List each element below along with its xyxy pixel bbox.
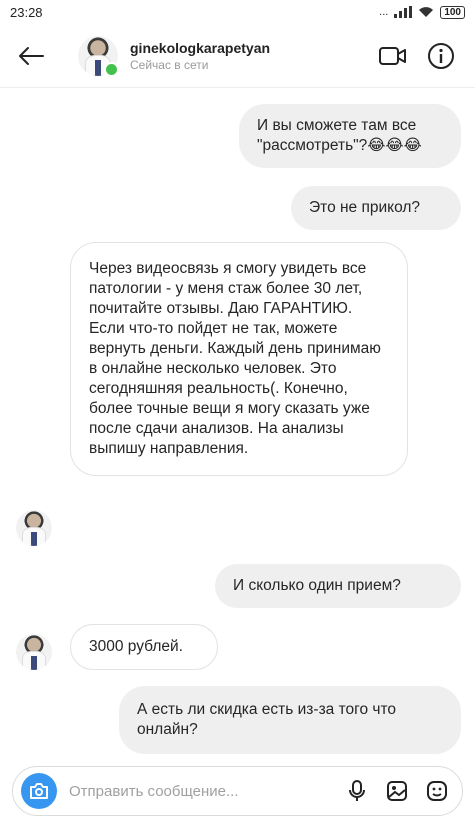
status-time: 23:28 — [10, 4, 43, 20]
message-text: Через видеосвязь я смогу увидеть все пат… — [89, 260, 381, 457]
message-bubble[interactable]: Через видеосвязь я смогу увидеть все пат… — [70, 242, 408, 476]
message-composer — [12, 766, 463, 816]
sticker-button[interactable] — [420, 774, 454, 808]
username: ginekologkarapetyan — [130, 39, 271, 56]
wifi-icon — [419, 7, 434, 17]
message-text: Это не прикол? — [309, 199, 421, 216]
message-bubble[interactable]: И сколько один прием? — [215, 564, 461, 608]
camera-button[interactable] — [21, 773, 57, 809]
back-arrow-icon — [19, 46, 44, 65]
video-call-icon — [379, 46, 406, 65]
online-status: Сейчас в сети — [130, 57, 209, 72]
message-bubble[interactable]: 3000 рублей. — [70, 624, 218, 670]
message-text: А есть ли скидка есть из-за того что онл… — [137, 701, 397, 738]
online-indicator — [104, 61, 119, 77]
sender-avatar[interactable] — [16, 634, 52, 670]
camera-icon — [30, 783, 48, 799]
avatar — [16, 510, 52, 546]
status-icons: ... 100 — [379, 5, 465, 19]
message-input[interactable] — [67, 781, 334, 801]
chat-header: ginekologkarapetyan Сейчас в сети — [0, 24, 475, 88]
back-button[interactable] — [14, 39, 48, 73]
microphone-icon — [349, 780, 365, 801]
sticker-icon — [427, 781, 447, 801]
message-bubble[interactable]: А есть ли скидка есть из-за того что онл… — [119, 686, 461, 754]
gallery-button[interactable] — [380, 774, 414, 808]
message-bubble[interactable]: И вы сможете там все "рассмотреть"?😂😂😂 — [239, 104, 461, 168]
message-thread[interactable]: И вы сможете там все "рассмотреть"?😂😂😂 Э… — [0, 88, 475, 758]
gallery-icon — [387, 781, 407, 801]
signal-icon — [394, 6, 413, 18]
info-button[interactable] — [421, 36, 461, 76]
message-text: И вы сможете там все "рассмотреть"?😂😂😂 — [257, 117, 422, 154]
video-call-button[interactable] — [373, 36, 413, 76]
message-bubble[interactable]: Это не прикол? — [291, 186, 461, 230]
message-text: 3000 рублей. — [89, 638, 183, 655]
microphone-button[interactable] — [340, 774, 374, 808]
battery-icon: 100 — [440, 5, 465, 19]
avatar — [16, 634, 52, 670]
status-bar: 23:28 ... 100 — [0, 0, 475, 24]
sender-avatar[interactable] — [16, 510, 52, 546]
notification-dots: ... — [379, 6, 389, 18]
message-text: И сколько один прием? — [233, 577, 401, 594]
header-user-info[interactable]: ginekologkarapetyan Сейчас в сети — [130, 40, 365, 72]
header-avatar[interactable] — [78, 35, 119, 77]
info-icon — [428, 42, 454, 69]
